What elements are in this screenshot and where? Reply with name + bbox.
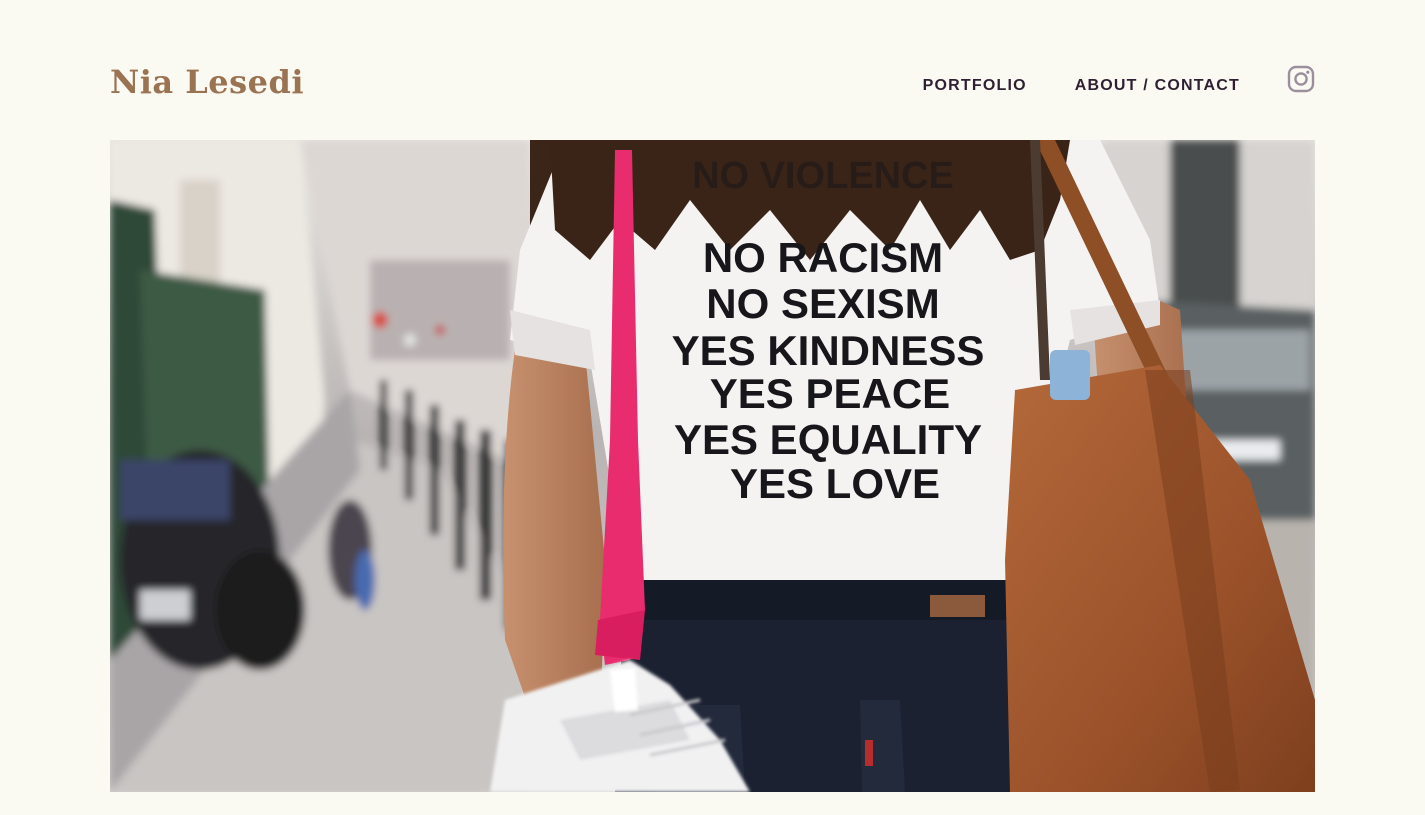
shirt-text-line-2: NO SEXISM bbox=[706, 280, 939, 327]
site-logo[interactable]: Nia Lesedi bbox=[110, 62, 304, 102]
svg-text:NO VIOLENCE: NO VIOLENCE bbox=[692, 155, 954, 197]
site-header: Nia Lesedi PORTFOLIO ABOUT / CONTACT bbox=[110, 62, 1315, 106]
hero-photo: NO VIOLENCE NO RACISM NO SEXISM YES KIND… bbox=[110, 140, 1315, 792]
shirt-text-line-1: NO RACISM bbox=[703, 234, 943, 281]
shirt-text-line-3: YES KINDNESS bbox=[672, 327, 985, 374]
shirt-text-line-4: YES PEACE bbox=[710, 370, 950, 417]
shirt-text-line-6: YES LOVE bbox=[730, 460, 940, 507]
instagram-icon[interactable] bbox=[1287, 65, 1315, 93]
nav-link-about-contact[interactable]: ABOUT / CONTACT bbox=[1075, 74, 1240, 98]
nav-link-portfolio[interactable]: PORTFOLIO bbox=[923, 74, 1027, 98]
main-nav: PORTFOLIO ABOUT / CONTACT bbox=[923, 74, 1240, 98]
hero-photo-illustration: NO VIOLENCE NO RACISM NO SEXISM YES KIND… bbox=[110, 140, 1315, 792]
shirt-text-line-5: YES EQUALITY bbox=[674, 416, 982, 463]
